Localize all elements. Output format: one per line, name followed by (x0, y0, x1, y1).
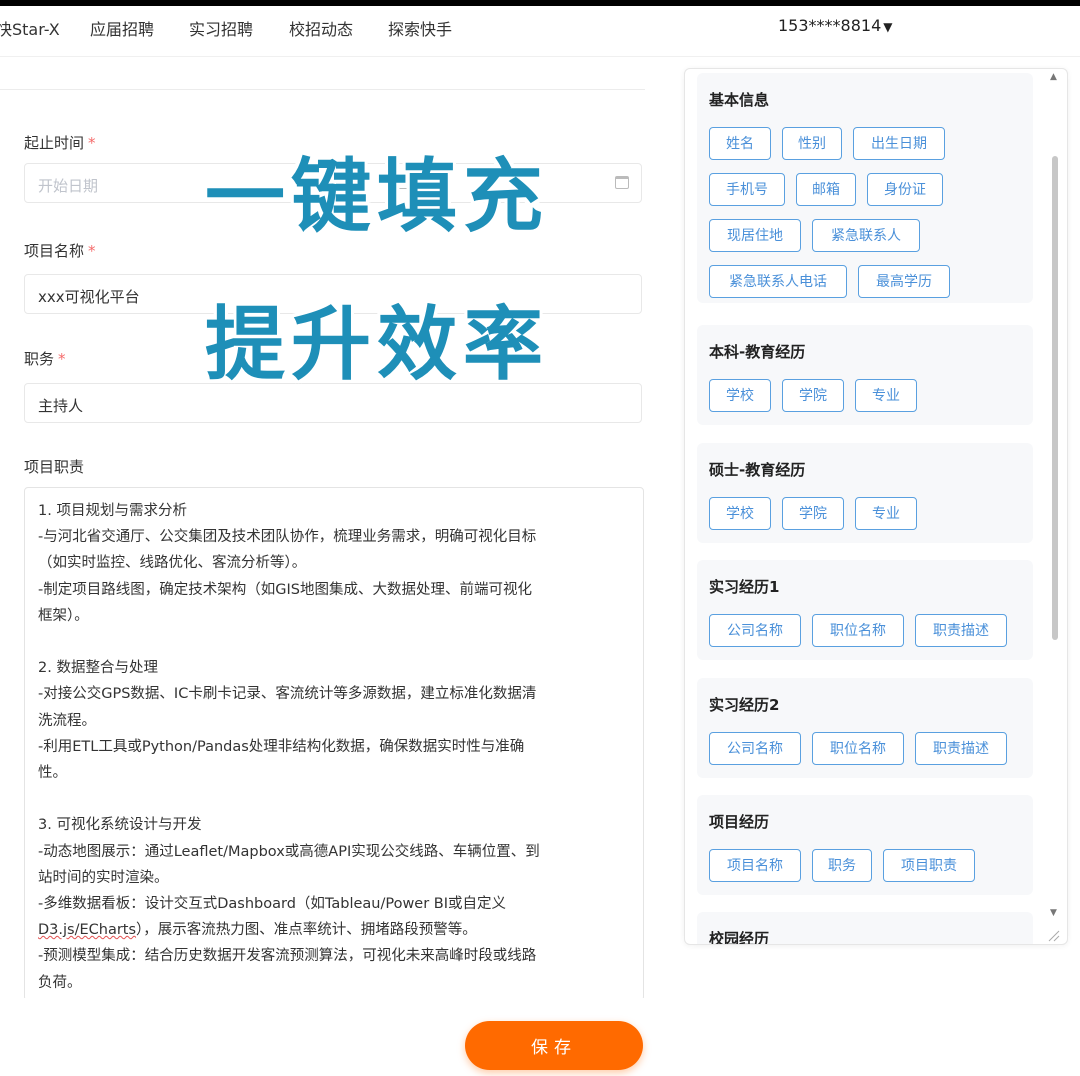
field-tag[interactable]: 学校 (709, 497, 771, 530)
panel-section: 实习经历1 公司名称 职位名称 职责描述 (697, 560, 1033, 660)
section-title: 硕士-教育经历 (709, 461, 806, 479)
section-title: 项目经历 (709, 813, 770, 831)
start-date-placeholder: 开始日期 (38, 177, 99, 195)
duties-line: 洗流程。 (38, 712, 96, 729)
field-tag[interactable]: 姓名 (709, 127, 771, 160)
field-tag[interactable]: 邮箱 (796, 173, 856, 206)
autofill-field-panel: 基本信息姓名 性别 出生日期手机号 邮箱 身份证现居住地 紧急联系人紧急联系人电话 最高学历… (684, 68, 1068, 945)
section-title: 本科-教育经历 (709, 343, 806, 361)
duties-line (38, 786, 630, 812)
field-tag[interactable]: 最高学历 (858, 265, 950, 298)
field-tag[interactable]: 学校 (709, 379, 771, 412)
field-tag[interactable]: 公司名称 (709, 732, 801, 765)
field-tag[interactable]: 项目名称 (709, 849, 801, 882)
panel-section: 硕士-教育经历学校 学院 专业 (697, 443, 1033, 543)
account-phone: 153****8814 (778, 16, 882, 35)
field-tag[interactable]: 性别 (782, 127, 842, 160)
spellcheck-underline: D3.js/ECharts (38, 922, 137, 939)
role-label: 职务 * (24, 350, 66, 368)
field-tag[interactable]: 职位名称 (812, 614, 904, 647)
field-tag[interactable]: 专业 (855, 497, 917, 530)
field-tag[interactable]: 职位名称 (812, 732, 904, 765)
form-top-divider (0, 89, 645, 90)
panel-scrollbar[interactable]: ▲ ▼ (1048, 70, 1064, 940)
calendar-icon-end (615, 176, 629, 189)
promo-headline-2: 提升效率 (205, 298, 549, 391)
field-tag[interactable]: 出生日期 (853, 127, 945, 160)
field-tag[interactable]: 现居住地 (709, 219, 801, 252)
duties-line: 框架）。 (38, 607, 89, 624)
field-tag[interactable]: 项目职责 (883, 849, 975, 882)
nav-campus-news[interactable]: 校招动态 (289, 16, 353, 40)
duties-line: （如实时监控、线路优化、客流分析等）。 (38, 555, 307, 572)
section-title: 实习经历2 (709, 696, 780, 714)
duties-line: -多维数据看板：设计交互式Dashboard（如Tableau/Power BI… (38, 896, 507, 913)
nav-intern-recruit[interactable]: 实习招聘 (189, 16, 253, 40)
duties-line (38, 629, 630, 655)
project-name-label: 项目名称 * (24, 242, 96, 260)
date-label: 起止时间 * (24, 134, 96, 152)
promo-headline-1: 一键填充 (205, 150, 549, 243)
save-button[interactable]: 保存 (465, 1021, 643, 1070)
field-tag[interactable]: 学院 (782, 379, 844, 412)
field-tag[interactable]: 职责描述 (915, 614, 1007, 647)
field-tag[interactable]: 职务 (812, 849, 872, 882)
nav-explore[interactable]: 探索快手 (388, 16, 452, 40)
panel-section: 实习经历2 公司名称 职位名称 职责描述 (697, 678, 1033, 778)
top-nav: 快Star-X 应届招聘 实习招聘 校招动态 探索快手 153****8814 ▼ (0, 6, 1080, 56)
duties-line: -动态地图展示：通过Leaflet/Mapbox或高德API实现公交线路、车辆位… (38, 843, 540, 860)
nav-divider (0, 56, 1080, 57)
field-tag[interactable]: 专业 (855, 379, 917, 412)
duties-line: -预测模型集成：结合历史数据开发客流预测算法，可视化未来高峰时段或线路 (38, 948, 537, 965)
duties-line: -与河北省交通厅、公交集团及技术团队协作，梳理业务需求，明确可视化目标 (38, 529, 537, 546)
duties-textarea[interactable]: 1. 项目规划与需求分析 -与河北省交通厅、公交集团及技术团队协作，梳理业务需求… (24, 487, 644, 1001)
duties-line: -对接公交GPS数据、IC卡刷卡记录、客流统计等多源数据，建立标准化数据清 (38, 686, 537, 703)
panel-section: 校园经历 (697, 912, 1033, 945)
duties-line: -利用ETL工具或Python/Pandas处理非结构化数据，确保数据实时性与准… (38, 738, 525, 755)
panel-section: 项目经历项目名称 职务 项目职责 (697, 795, 1033, 895)
field-tag[interactable]: 学院 (782, 497, 844, 530)
field-tag[interactable]: 身份证 (867, 173, 943, 206)
section-title: 实习经历1 (709, 578, 780, 596)
duties-label: 项目职责 (24, 458, 85, 476)
field-tag[interactable]: 公司名称 (709, 614, 801, 647)
duties-line: 性。 (38, 765, 67, 782)
duties-line: -制定项目路线图，确定技术架构（如GIS地图集成、大数据处理、前端可视化 (38, 581, 532, 598)
account-menu[interactable]: 153****8814 ▼ (778, 16, 893, 35)
panel-section: 本科-教育经历学校 学院 专业 (697, 325, 1033, 425)
field-tag[interactable]: 紧急联系人 (812, 219, 920, 252)
duties-line: D3.js/ECharts），展示客流热力图、准点率统计、拥堵路段预警等。 (38, 922, 477, 939)
field-tag[interactable]: 紧急联系人电话 (709, 265, 847, 298)
duties-line: 3. 可视化系统设计与开发 (38, 817, 202, 834)
scroll-thumb[interactable] (1052, 156, 1058, 640)
scroll-down-icon[interactable]: ▼ (1050, 908, 1057, 918)
panel-section: 基本信息姓名 性别 出生日期手机号 邮箱 身份证现居住地 紧急联系人紧急联系人电话 最高学历 (697, 73, 1033, 303)
duties-line: 负荷。 (38, 974, 82, 991)
duties-line: 2. 数据整合与处理 (38, 660, 158, 677)
field-tag[interactable]: 职责描述 (915, 732, 1007, 765)
section-title: 基本信息 (709, 91, 770, 109)
scroll-up-icon[interactable]: ▲ (1050, 72, 1057, 82)
nav-graduate-recruit[interactable]: 应届招聘 (90, 16, 154, 40)
resize-handle-icon[interactable] (1046, 928, 1060, 942)
section-title: 校园经历 (709, 930, 770, 945)
field-tag[interactable]: 手机号 (709, 173, 785, 206)
duties-line: 1. 项目规划与需求分析 (38, 503, 187, 519)
nav-brand[interactable]: 快Star-X (0, 16, 60, 40)
caret-down-icon: ▼ (883, 20, 893, 34)
duties-line: 站时间的实时渲染。 (38, 869, 169, 886)
